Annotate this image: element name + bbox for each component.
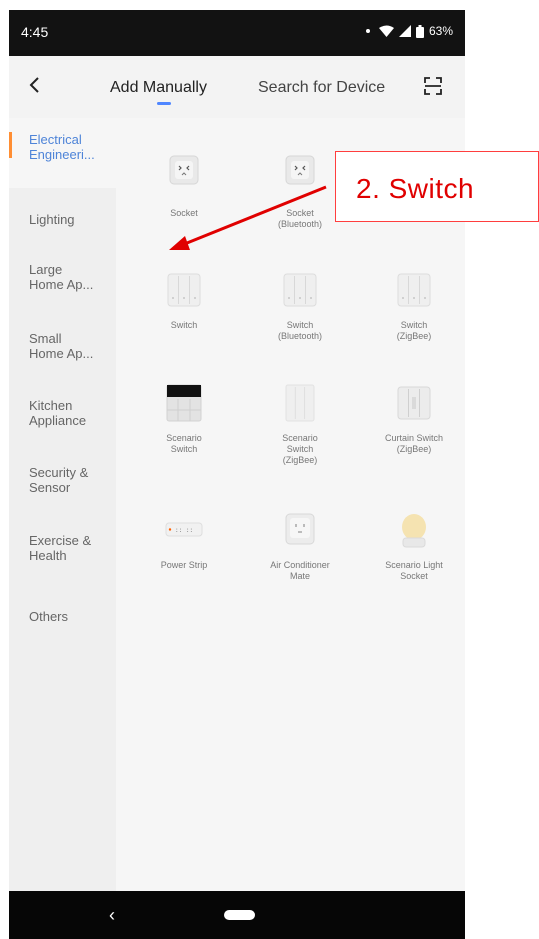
- sidebar-item-label: Exercise & Health: [29, 533, 92, 563]
- category-sidebar: Electrical Engineeri... Lighting Large H…: [9, 118, 116, 893]
- sidebar-item-lighting[interactable]: Lighting: [9, 188, 116, 238]
- sidebar-item-label: Security & Sensor: [29, 465, 89, 495]
- battery-icon: [415, 24, 424, 38]
- sidebar-item-exercise-health[interactable]: Exercise & Health: [9, 528, 116, 578]
- device-label: Scenario Switch (ZigBee): [282, 433, 318, 465]
- status-icons: 63%: [365, 24, 453, 38]
- device-label: Switch (ZigBee): [396, 320, 432, 341]
- tab-search-for-device[interactable]: Search for Device: [258, 79, 385, 97]
- status-time: 4:45: [21, 24, 49, 40]
- sidebar-item-label: Electrical Engineeri...: [29, 132, 95, 162]
- tab-add-manually[interactable]: Add Manually: [110, 79, 207, 97]
- device-label: Switch: [170, 320, 198, 330]
- nav-back-icon[interactable]: ‹: [109, 905, 115, 926]
- active-tab-indicator: [157, 102, 171, 105]
- curtain-switch-icon: [397, 386, 431, 420]
- sidebar-item-large-home-appliance[interactable]: Large Home Ap...: [9, 256, 116, 306]
- signal-icon: [398, 25, 411, 37]
- sidebar-item-label: Small Home Ap...: [29, 331, 94, 361]
- nav-home-pill[interactable]: [224, 910, 255, 920]
- status-bar: 4:45 63%: [9, 10, 465, 56]
- sidebar-item-others[interactable]: Others: [9, 604, 116, 654]
- active-category-indicator: [9, 132, 12, 158]
- battery-percent: 63%: [428, 24, 453, 38]
- air-conditioner-icon: [285, 513, 315, 545]
- system-navigation-bar: ‹: [9, 891, 465, 939]
- sidebar-item-small-home-appliance[interactable]: Small Home Ap...: [9, 326, 116, 376]
- device-label: Scenario Switch: [166, 433, 202, 454]
- switch-bluetooth-icon: [283, 273, 317, 307]
- device-label: Power Strip: [160, 560, 208, 570]
- device-label: Curtain Switch (ZigBee): [384, 433, 444, 454]
- scenario-switch-icon: [166, 384, 202, 422]
- light-socket-icon: [402, 514, 426, 548]
- svg-text::: ::: :: ::: [175, 527, 193, 534]
- scan-icon[interactable]: [423, 76, 443, 96]
- scenario-switch-zigbee-icon: [285, 384, 315, 422]
- phone-screen: 4:45 63% Add Manually Search for Device …: [9, 10, 465, 939]
- sidebar-item-label: Lighting: [29, 212, 75, 227]
- back-arrow-icon[interactable]: [23, 73, 47, 97]
- socket-bluetooth-icon: [285, 155, 315, 185]
- sidebar-item-kitchen-appliance[interactable]: Kitchen Appliance: [9, 393, 116, 443]
- socket-icon: [169, 155, 199, 185]
- device-label: Air Conditioner Mate: [270, 560, 330, 581]
- device-label: Scenario Light Socket: [385, 560, 443, 581]
- switch-icon: [167, 273, 201, 307]
- device-grid: Socket Socket (Bluetooth) Switch Switch …: [116, 118, 465, 893]
- annotation-label: 2. Switch: [356, 173, 475, 204]
- device-label: Socket: [170, 208, 198, 218]
- app-header: Add Manually Search for Device: [9, 56, 465, 118]
- notification-dot-icon: [365, 29, 370, 33]
- sidebar-item-label: Others: [29, 609, 69, 624]
- sidebar-item-security-sensor[interactable]: Security & Sensor: [9, 460, 116, 510]
- power-strip-icon: :: ::: [165, 522, 203, 537]
- device-label: Switch (Bluetooth): [277, 320, 323, 341]
- wifi-icon: [378, 25, 394, 37]
- sidebar-item-label: Kitchen Appliance: [29, 398, 87, 428]
- sidebar-item-label: Large Home Ap...: [29, 262, 94, 292]
- switch-zigbee-icon: [397, 273, 431, 307]
- sidebar-item-electrical-engineering[interactable]: Electrical Engineeri...: [9, 118, 116, 188]
